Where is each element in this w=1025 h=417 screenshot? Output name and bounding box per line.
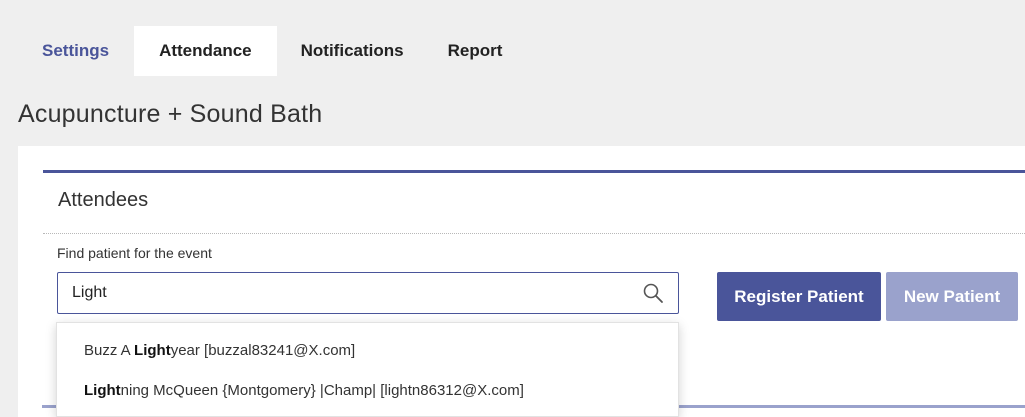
patient-search-box[interactable] [57,272,679,314]
find-patient-label: Find patient for the event [57,245,212,261]
suggestion-text: ning McQueen {Montgomery} |Champ| [light… [120,382,524,399]
register-patient-button[interactable]: Register Patient [717,272,881,321]
patient-search-input[interactable] [72,273,612,313]
suggestion-item[interactable]: Buzz A Lightyear [buzzal83241@X.com] [84,342,355,359]
page-title: Acupuncture + Sound Bath [18,100,323,128]
attendees-title: Attendees [58,189,149,211]
tab-settings[interactable]: Settings [24,26,134,76]
tab-attendance[interactable]: Attendance [134,26,277,76]
tab-bar: Settings Attendance Notifications Report [24,26,522,76]
search-icon[interactable] [642,282,664,304]
suggestion-match: Light [134,342,171,359]
new-patient-button[interactable]: New Patient [886,272,1018,321]
suggestion-text: year [buzzal83241@X.com] [170,342,356,359]
tab-report[interactable]: Report [428,26,523,76]
suggestion-item[interactable]: Lightning McQueen {Montgomery} |Champ| [… [84,382,524,399]
tab-notifications[interactable]: Notifications [277,26,428,76]
suggestion-match: Light [84,382,121,399]
card-divider [43,233,1025,234]
suggestion-text: Buzz A [84,342,135,359]
patient-suggestions-dropdown: Buzz A Lightyear [buzzal83241@X.com] Lig… [56,322,679,417]
